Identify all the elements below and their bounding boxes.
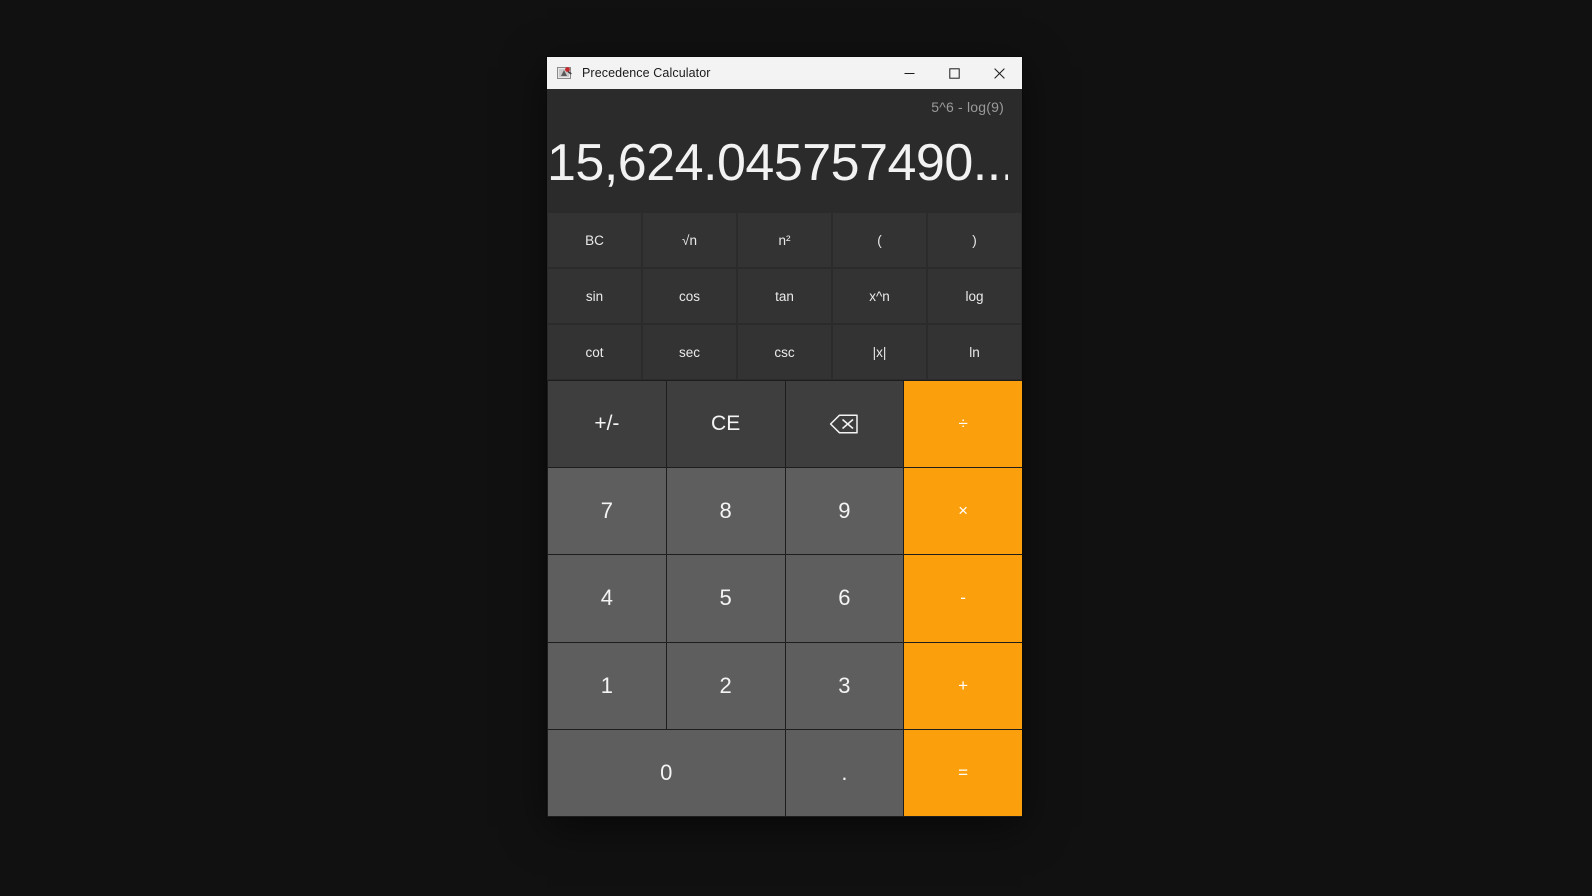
result-text: 15,624.045757490...: [547, 134, 1008, 191]
sin-button[interactable]: sin: [547, 268, 642, 324]
digit-0-button[interactable]: 0: [548, 729, 785, 816]
tan-button[interactable]: tan: [737, 268, 832, 324]
divide-button[interactable]: ÷: [904, 381, 1022, 468]
bc-button[interactable]: BC: [547, 212, 642, 268]
subtract-button[interactable]: -: [904, 555, 1022, 642]
minimize-button[interactable]: [887, 57, 932, 89]
sec-button[interactable]: sec: [642, 324, 737, 380]
cos-button[interactable]: cos: [642, 268, 737, 324]
expression-text: 5^6 - log(9): [931, 99, 1004, 115]
digit-7-button[interactable]: 7: [548, 468, 666, 555]
log-button[interactable]: log: [927, 268, 1022, 324]
add-button[interactable]: +: [904, 642, 1022, 729]
multiply-button[interactable]: ×: [904, 468, 1022, 555]
x-power-n-button[interactable]: x^n: [832, 268, 927, 324]
n-squared-button[interactable]: n²: [737, 212, 832, 268]
sqrt-n-button[interactable]: √n: [642, 212, 737, 268]
clear-entry-button[interactable]: CE: [666, 381, 785, 468]
calculator-display: 5^6 - log(9) 15,624.045757490...: [547, 89, 1022, 212]
backspace-button[interactable]: [785, 381, 904, 468]
absolute-value-button[interactable]: |x|: [832, 324, 927, 380]
digit-9-button[interactable]: 9: [785, 468, 904, 555]
digit-2-button[interactable]: 2: [666, 642, 785, 729]
digit-3-button[interactable]: 3: [785, 642, 904, 729]
digit-8-button[interactable]: 8: [666, 468, 785, 555]
keypad-grid: +/- CE ÷ 7 8 9 × 4 5 6 - 1 2 3 + 0 . =: [547, 380, 1022, 817]
minimize-icon: [904, 72, 915, 74]
digit-4-button[interactable]: 4: [548, 555, 666, 642]
scientific-button-grid: BC √n n² ( ) sin cos tan x^n log cot sec…: [547, 212, 1022, 380]
maximize-button[interactable]: [932, 57, 977, 89]
open-paren-button[interactable]: (: [832, 212, 927, 268]
close-button[interactable]: [977, 57, 1022, 89]
plus-minus-button[interactable]: +/-: [548, 381, 666, 468]
cot-button[interactable]: cot: [547, 324, 642, 380]
calculator-app-icon: [556, 64, 574, 82]
equals-button[interactable]: =: [904, 729, 1022, 816]
desktop-background: Precedence Calculator 5^6 - log(9) 15,62…: [0, 0, 1592, 896]
csc-button[interactable]: csc: [737, 324, 832, 380]
window-controls: [887, 57, 1022, 89]
close-icon: [994, 67, 1005, 79]
title-bar[interactable]: Precedence Calculator: [547, 57, 1022, 89]
backspace-icon: [830, 414, 859, 434]
title-bar-left: Precedence Calculator: [547, 57, 887, 89]
ln-button[interactable]: ln: [927, 324, 1022, 380]
maximize-icon: [949, 67, 960, 79]
digit-5-button[interactable]: 5: [666, 555, 785, 642]
digit-1-button[interactable]: 1: [548, 642, 666, 729]
close-paren-button[interactable]: ): [927, 212, 1022, 268]
digit-6-button[interactable]: 6: [785, 555, 904, 642]
calculator-window: Precedence Calculator 5^6 - log(9) 15,62…: [547, 57, 1022, 817]
window-title: Precedence Calculator: [582, 66, 711, 80]
decimal-point-button[interactable]: .: [785, 729, 904, 816]
